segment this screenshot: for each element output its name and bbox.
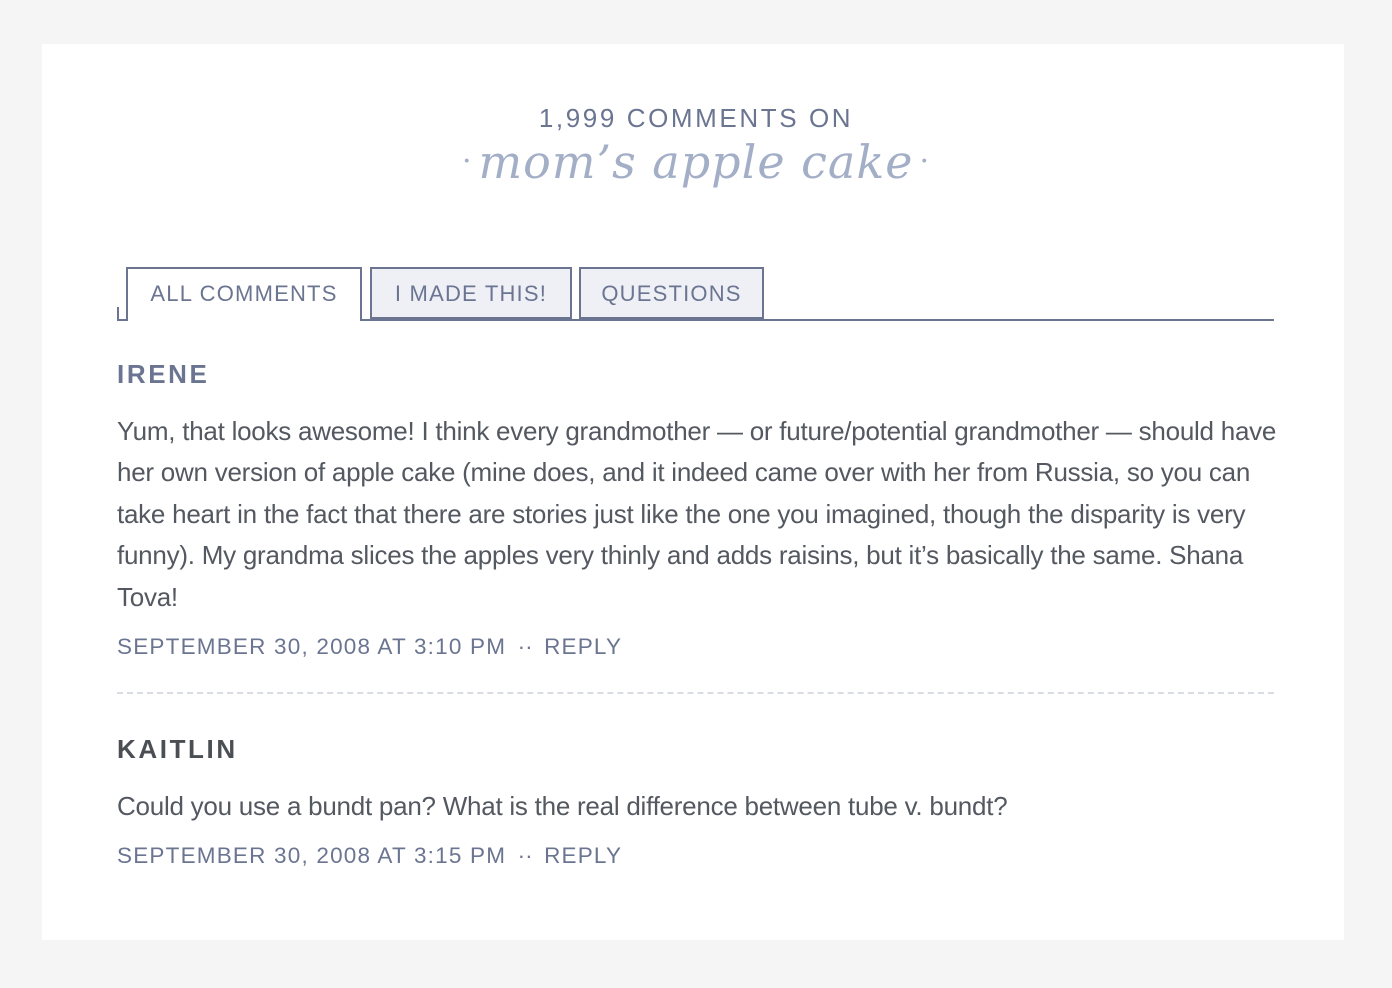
tab-i-made-this[interactable]: I MADE THIS!: [370, 267, 572, 319]
post-title-heading: · mom’s apple cake ·: [0, 134, 1392, 194]
comment-timestamp[interactable]: SEPTEMBER 30, 2008 AT 3:10 PM: [117, 634, 506, 659]
meta-separator: ··: [517, 634, 533, 660]
comment-meta: SEPTEMBER 30, 2008 AT 3:10 PM ·· REPLY: [117, 630, 1277, 664]
comment-item: IRENE Yum, that looks awesome! I think e…: [117, 355, 1277, 664]
comment-author: IRENE: [117, 359, 210, 389]
comment-body: Yum, that looks awesome! I think every g…: [117, 416, 1277, 612]
post-title: mom’s apple cake: [478, 135, 914, 189]
reply-link[interactable]: REPLY: [544, 843, 622, 868]
title-dot-right: ·: [919, 144, 931, 179]
comment-count-heading: 1,999 COMMENTS ON: [538, 103, 854, 133]
tab-all-comments[interactable]: ALL COMMENTS: [126, 267, 362, 321]
comment-body: Could you use a bundt pan? What is the r…: [117, 791, 1008, 821]
comment-item: KAITLIN Could you use a bundt pan? What …: [117, 730, 1277, 873]
reply-link[interactable]: REPLY: [544, 634, 622, 659]
comment-meta: SEPTEMBER 30, 2008 AT 3:15 PM ·· REPLY: [117, 839, 1277, 873]
comment-author: KAITLIN: [117, 734, 238, 764]
tabs-left-tick: [117, 307, 119, 321]
comment-divider: [117, 692, 1274, 694]
tab-questions[interactable]: QUESTIONS: [579, 267, 764, 319]
comment-timestamp[interactable]: SEPTEMBER 30, 2008 AT 3:15 PM: [117, 843, 506, 868]
title-dot-left: ·: [461, 144, 473, 179]
meta-separator: ··: [517, 843, 533, 869]
comment-tabs: ALL COMMENTS I MADE THIS! QUESTIONS: [117, 267, 1274, 321]
